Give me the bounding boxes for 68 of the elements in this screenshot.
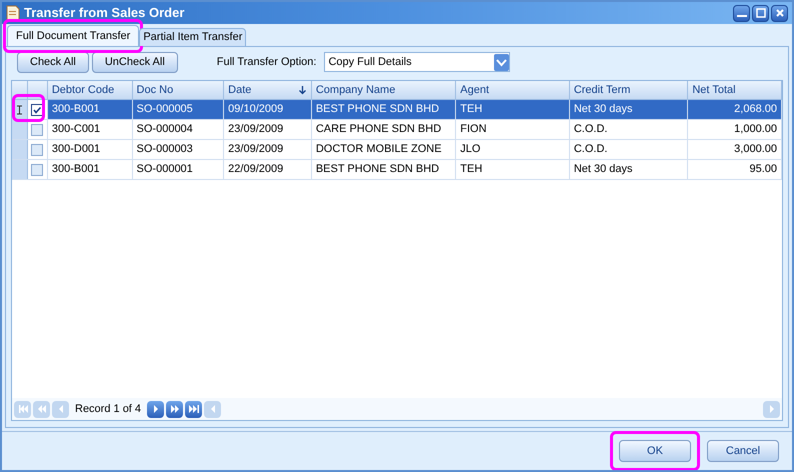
minimize-button[interactable] bbox=[733, 4, 750, 22]
column-header[interactable]: Company Name bbox=[312, 81, 456, 99]
table-cell: C.O.D. bbox=[570, 140, 688, 159]
cancel-button[interactable]: Cancel bbox=[707, 440, 779, 462]
table-cell: 2,068.00 bbox=[688, 100, 782, 119]
table-cell: DOCTOR MOBILE ZONE bbox=[312, 140, 456, 159]
table-cell: 300-B001 bbox=[48, 100, 133, 119]
last-icon bbox=[186, 402, 201, 416]
column-header[interactable]: Credit Term bbox=[570, 81, 688, 99]
checkbox[interactable] bbox=[31, 164, 44, 176]
table-cell: CARE PHONE SDN BHD bbox=[312, 120, 456, 139]
checkmark-icon bbox=[32, 104, 42, 114]
table-cell: C.O.D. bbox=[570, 120, 688, 139]
ok-button[interactable]: OK bbox=[619, 440, 691, 462]
column-header[interactable]: Date bbox=[224, 81, 312, 99]
table-cell: 300-D001 bbox=[48, 140, 133, 159]
table-cell: 23/09/2009 bbox=[224, 140, 312, 159]
table-row[interactable]: 300-C001 SO-000004 23/09/2009 CARE PHONE SDN BHD FION C.O.D. 1,000.00 bbox=[12, 120, 782, 140]
checkbox[interactable] bbox=[31, 124, 44, 136]
document-icon bbox=[6, 5, 20, 21]
tab[interactable]: Partial Item Transfer bbox=[139, 28, 246, 46]
column-header[interactable]: Agent bbox=[456, 81, 570, 99]
table-cell: 300-C001 bbox=[48, 120, 133, 139]
checkbox[interactable] bbox=[31, 144, 44, 156]
column-header[interactable]: Doc No bbox=[132, 81, 224, 99]
record-counter: Record 1 of 4 bbox=[74, 402, 142, 417]
nav-button[interactable] bbox=[185, 400, 202, 418]
table-cell: SO-000003 bbox=[132, 140, 224, 159]
table-cell: 23/09/2009 bbox=[224, 120, 312, 139]
table-cell: SO-000001 bbox=[132, 160, 224, 179]
scroll-right-button[interactable] bbox=[763, 400, 780, 418]
table-cell: 300-B001 bbox=[48, 160, 133, 179]
option-label: Full Transfer Option: bbox=[216, 54, 316, 70]
table-cell: TEH bbox=[456, 160, 570, 179]
table-cell: FION bbox=[456, 120, 570, 139]
table-row[interactable]: 300-B001 SO-000005 09/10/2009 BEST PHONE SDN BHD TEH Net 30 days 2,068.00 bbox=[12, 100, 782, 120]
checkbox[interactable] bbox=[31, 104, 44, 116]
maximize-button[interactable] bbox=[752, 4, 769, 22]
nav-button[interactable] bbox=[166, 400, 184, 418]
maximize-icon bbox=[756, 8, 766, 18]
row-cursor-icon bbox=[16, 104, 22, 114]
table-cell: Net 30 days bbox=[570, 100, 688, 119]
table-cell: SO-000005 bbox=[132, 100, 224, 119]
table-cell: JLO bbox=[456, 140, 570, 159]
tab[interactable]: Full Document Transfer bbox=[7, 25, 140, 46]
close-button[interactable] bbox=[771, 4, 788, 22]
table-row[interactable]: 300-B001 SO-000001 22/09/2009 BEST PHONE SDN BHD TEH Net 30 days 95.00 bbox=[12, 160, 782, 180]
caret-icon bbox=[494, 54, 510, 70]
nav-button[interactable] bbox=[147, 400, 164, 418]
table-cell: 3,000.00 bbox=[688, 140, 782, 159]
table-cell: 09/10/2009 bbox=[224, 100, 312, 119]
table-cell: 95.00 bbox=[688, 160, 782, 179]
table-cell: SO-000004 bbox=[132, 120, 224, 139]
option-dropdown[interactable]: Copy Full Details bbox=[324, 52, 510, 72]
check-all-button[interactable]: Check All bbox=[17, 52, 89, 72]
column-header[interactable]: Net Total bbox=[688, 81, 782, 99]
table-cell: BEST PHONE SDN BHD bbox=[312, 100, 456, 119]
table-cell: BEST PHONE SDN BHD bbox=[312, 160, 456, 179]
uncheck-all-button[interactable]: UnCheck All bbox=[92, 52, 178, 72]
table-cell: TEH bbox=[456, 100, 570, 119]
table-row[interactable]: 300-D001 SO-000003 23/09/2009 DOCTOR MOBILE ZONE JLO C.O.D. 3,000.00 bbox=[12, 140, 782, 160]
close-icon bbox=[774, 8, 784, 18]
table-cell: 1,000.00 bbox=[688, 120, 782, 139]
minimize-icon bbox=[736, 15, 746, 17]
window-title: Transfer from Sales Order bbox=[24, 4, 184, 22]
table-cell: 22/09/2009 bbox=[224, 160, 312, 179]
column-header[interactable]: Debtor Code bbox=[48, 81, 133, 99]
table-cell: Net 30 days bbox=[570, 160, 688, 179]
